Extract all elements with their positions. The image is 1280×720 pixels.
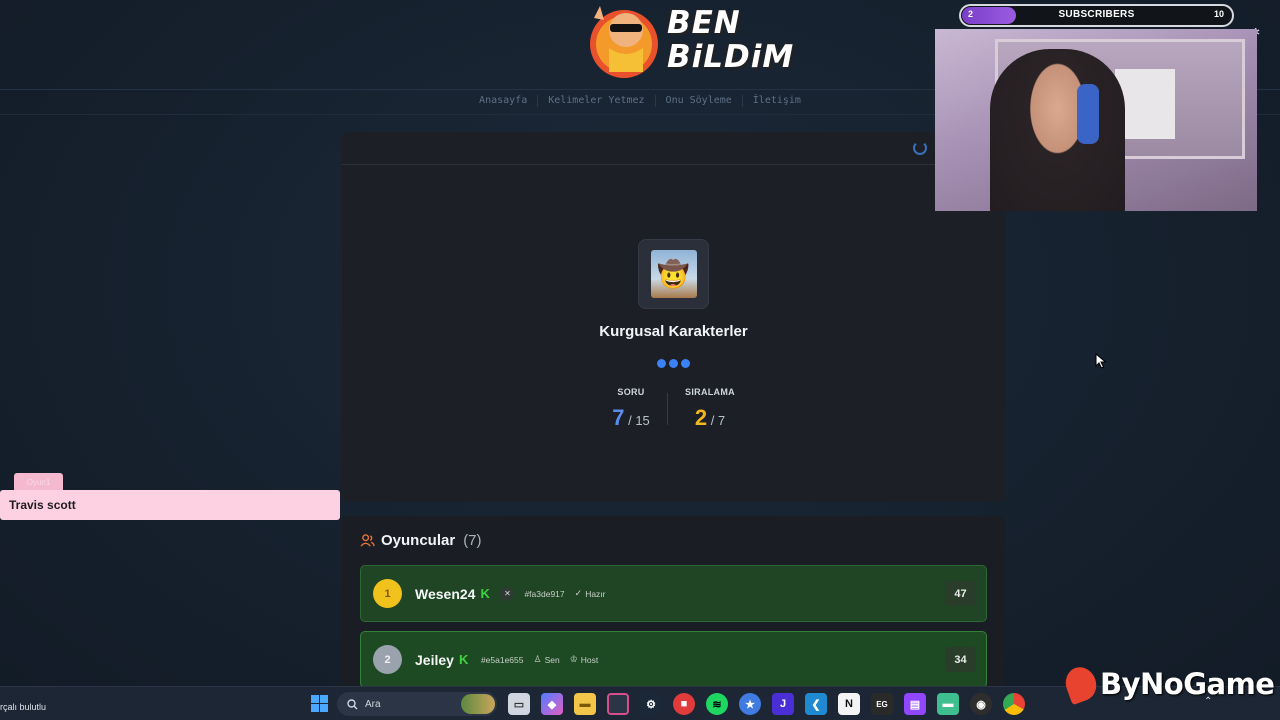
logo-line-1: BEN <box>667 5 741 41</box>
users-icon <box>360 534 375 547</box>
mouse-cursor-icon <box>1095 353 1107 369</box>
status-badge: ✓ Hazır <box>575 588 606 599</box>
you-text: Sen <box>544 654 560 665</box>
question-stat: SORU 7 / 15 <box>602 387 660 431</box>
ben-bildim-logo[interactable]: BEN BiLDiM <box>582 0 793 82</box>
ranking-value: 2 / 7 <box>680 405 740 431</box>
ranking-label: SIRALAMA <box>685 387 735 397</box>
players-count: (7) <box>463 532 482 549</box>
notion-icon[interactable]: N <box>838 693 860 715</box>
obs-icon[interactable]: ◉ <box>970 693 992 715</box>
app-red-icon[interactable]: ■ <box>673 693 695 715</box>
search-icon <box>347 698 358 709</box>
player-name: Jeiley <box>415 651 454 668</box>
question-current: 7 <box>612 405 625 430</box>
stat-divider <box>667 393 668 425</box>
bynogame-logo-icon <box>1061 662 1101 706</box>
subscriber-label: SUBSCRIBERS <box>1058 9 1135 20</box>
rank-badge: 2 <box>373 645 402 674</box>
player-id: #fa3de917 <box>524 588 565 599</box>
ranking-stat: SIRALAMA 2 / 7 <box>680 387 740 431</box>
player-score: 34 <box>945 647 976 672</box>
player-id: #e5a1e655 <box>480 654 524 665</box>
category-title: Kurgusal Karakterler <box>599 323 748 340</box>
rank-badge: 1 <box>373 579 402 608</box>
logo-text: BEN BiLDiM <box>667 6 794 74</box>
host-text: Host <box>580 654 599 665</box>
player-row[interactable]: 2 Jeiley K #e5a1e655 ♙ Sen ♔ Host 34 <box>360 631 987 688</box>
user-icon: ♙ <box>533 654 542 664</box>
nav-onu-soyleme[interactable]: Onu Söyleme <box>656 95 743 107</box>
player-row[interactable]: 1 Wesen24 K ✕ #fa3de917 ✓ Hazır 47 <box>360 565 987 622</box>
app-green-icon[interactable]: ▬ <box>937 693 959 715</box>
search-placeholder: Ara <box>365 698 381 710</box>
steam-icon[interactable]: ⚙ <box>640 693 662 715</box>
folder-icon[interactable]: ▬ <box>574 693 596 715</box>
spotify-icon[interactable]: ≋ <box>706 693 728 715</box>
chrome-icon[interactable] <box>1003 693 1025 715</box>
subscriber-goal-bar: 2 SUBSCRIBERS 10 <box>959 4 1234 27</box>
epic-games-icon[interactable]: EG <box>871 693 893 715</box>
players-heading: Oyuncular (7) <box>360 532 482 549</box>
ranking-total: / 7 <box>710 413 726 428</box>
watermark-text: ByNoGame <box>1100 667 1275 701</box>
headset-icon <box>1077 84 1099 144</box>
woody-character-icon: 🤠 <box>650 250 697 298</box>
chat-message: Travis scott <box>0 490 340 520</box>
question-value: 7 / 15 <box>602 405 660 431</box>
weather-text[interactable]: rçalı bulutlu <box>0 702 46 712</box>
question-total: / 15 <box>628 413 650 428</box>
category-image: 🤠 <box>638 239 709 309</box>
app-icon[interactable] <box>607 693 629 715</box>
vscode-icon[interactable]: ❮ <box>805 693 827 715</box>
nav-anasayfa[interactable]: Anasayfa <box>469 95 539 107</box>
chat-username: Oyun1 <box>14 473 63 491</box>
streamer-figure <box>990 49 1125 211</box>
host-badge: ♔ Host <box>570 654 599 665</box>
kick-platform-icon: K <box>480 586 490 601</box>
question-label: SORU <box>617 387 645 397</box>
twitch-icon[interactable]: ▤ <box>904 693 926 715</box>
check-circle-icon: ✓ <box>574 588 583 598</box>
user-remove-icon[interactable]: ✕ <box>500 586 515 601</box>
player-name: Wesen24 <box>415 585 476 602</box>
loading-spinner-icon <box>913 141 927 155</box>
mascot-logo-icon <box>590 6 658 78</box>
crown-icon: ♔ <box>569 654 578 664</box>
search-highlight-art <box>461 694 495 714</box>
logo-line-2: BiLDiM <box>667 39 795 75</box>
you-badge: ♙ Sen <box>533 654 559 665</box>
kick-platform-icon: K <box>458 652 469 667</box>
subscriber-goal: 10 <box>1213 9 1224 19</box>
loading-dots-icon <box>657 359 690 368</box>
nav-kelimeler-yetmez[interactable]: Kelimeler Yetmez <box>538 95 656 107</box>
taskbar-apps: ▭ ◆ ▬ ⚙ ■ ≋ ★ J ❮ N EG ▤ ▬ ◉ <box>508 693 1025 715</box>
game-card-topbar <box>342 164 937 165</box>
app-blue-icon[interactable]: ★ <box>739 693 761 715</box>
file-explorer-icon[interactable]: ▭ <box>508 693 530 715</box>
webcam-overlay <box>935 29 1257 211</box>
game-card <box>342 132 1005 502</box>
windows-start-icon[interactable] <box>311 695 328 712</box>
players-title: Oyuncular <box>381 532 456 549</box>
ranking-current: 2 <box>694 405 708 430</box>
nav-iletisim[interactable]: İletişim <box>743 95 811 107</box>
player-score: 47 <box>945 581 976 606</box>
jetbrains-icon[interactable]: J <box>772 693 794 715</box>
status-text: Hazır <box>585 588 606 599</box>
bynogame-watermark: ByNoGame <box>1061 662 1275 706</box>
copilot-icon[interactable]: ◆ <box>541 693 563 715</box>
taskbar-search[interactable]: Ara <box>337 692 497 716</box>
